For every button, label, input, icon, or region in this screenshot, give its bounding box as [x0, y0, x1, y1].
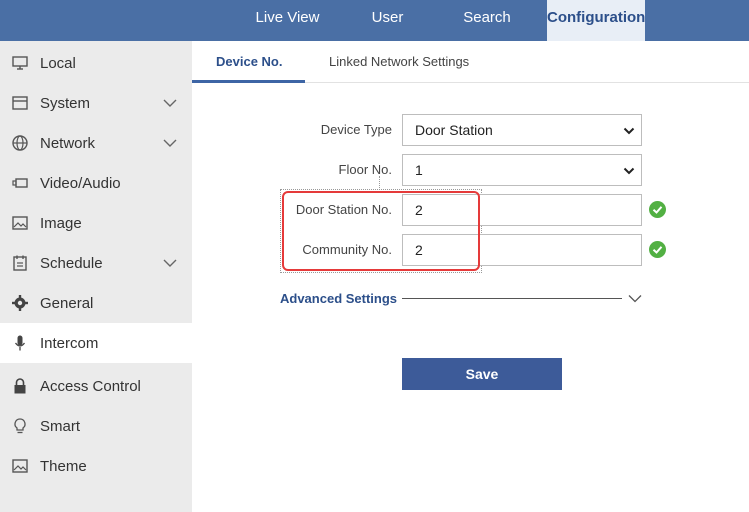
sidebar-item-label: Theme — [40, 458, 87, 475]
chevron-down-icon — [623, 167, 635, 175]
gear-icon — [12, 295, 28, 311]
chevron-down-icon[interactable] — [163, 98, 177, 108]
sidebar-item-smart[interactable]: Smart — [0, 406, 192, 446]
system-icon — [12, 96, 28, 110]
focus-guide-line — [379, 176, 380, 188]
sidebar-item-image[interactable]: Image — [0, 203, 192, 243]
sidebar-item-label: System — [40, 95, 91, 112]
device-type-select[interactable]: Door Station — [402, 114, 642, 146]
sidebar-item-theme[interactable]: Theme — [0, 446, 192, 486]
sidebar-item-local[interactable]: Local — [0, 43, 192, 83]
chevron-down-icon — [623, 127, 635, 135]
sidebar-item-general[interactable]: General — [0, 283, 192, 323]
chevron-down-icon[interactable] — [628, 294, 642, 303]
monitor-icon — [12, 56, 28, 70]
floor-no-label: Floor No. — [338, 162, 392, 177]
device-type-label: Device Type — [320, 122, 392, 137]
sidebar-item-label: Image — [40, 215, 82, 232]
content-tabs: Device No. Linked Network Settings — [192, 41, 749, 83]
device-type-value: Door Station — [415, 122, 493, 138]
sidebar-item-label: Access Control — [40, 378, 141, 395]
check-circle-icon — [649, 201, 666, 218]
image-icon — [12, 459, 28, 473]
tab-device-no[interactable]: Device No. — [216, 54, 282, 69]
chevron-down-icon[interactable] — [163, 258, 177, 268]
floor-no-select[interactable]: 1 — [402, 154, 642, 186]
advanced-settings-toggle[interactable]: Advanced Settings — [280, 291, 397, 306]
sidebar-item-label: General — [40, 295, 94, 312]
sidebar-item-video-audio[interactable]: Video/Audio — [0, 163, 192, 203]
sidebar: Local System Network Video/Audio Image S… — [0, 41, 192, 512]
camera-icon — [12, 178, 28, 188]
topnav-user[interactable]: User — [355, 0, 420, 41]
calendar-icon — [13, 255, 27, 271]
save-button[interactable]: Save — [402, 358, 562, 390]
chevron-down-icon[interactable] — [163, 138, 177, 148]
top-navigation-bar: Live View User Search Configuration — [0, 0, 749, 41]
floor-no-value: 1 — [415, 162, 423, 178]
topnav-live-view[interactable]: Live View — [240, 0, 335, 41]
sidebar-item-label: Schedule — [40, 255, 103, 272]
sidebar-item-label: Intercom — [40, 335, 99, 352]
highlight-annotation-box — [282, 191, 480, 271]
active-tab-indicator — [192, 80, 305, 83]
sidebar-item-label: Network — [40, 135, 96, 152]
sidebar-item-intercom[interactable]: Intercom — [0, 323, 192, 363]
lock-icon — [14, 378, 26, 394]
topnav-search[interactable]: Search — [448, 0, 526, 41]
sidebar-item-schedule[interactable]: Schedule — [0, 243, 192, 283]
sidebar-item-label: Smart — [40, 418, 81, 435]
microphone-icon — [14, 335, 26, 351]
divider — [402, 298, 622, 299]
sidebar-item-label: Local — [40, 55, 76, 72]
lightbulb-icon — [14, 418, 26, 434]
sidebar-item-network[interactable]: Network — [0, 123, 192, 163]
topnav-configuration[interactable]: Configuration — [547, 0, 645, 41]
sidebar-item-system[interactable]: System — [0, 83, 192, 123]
globe-icon — [12, 135, 28, 151]
sidebar-item-access-control[interactable]: Access Control — [0, 366, 192, 406]
image-icon — [12, 216, 28, 230]
check-circle-icon — [649, 241, 666, 258]
sidebar-item-label: Video/Audio — [40, 175, 121, 192]
tab-linked-network-settings[interactable]: Linked Network Settings — [329, 54, 469, 69]
